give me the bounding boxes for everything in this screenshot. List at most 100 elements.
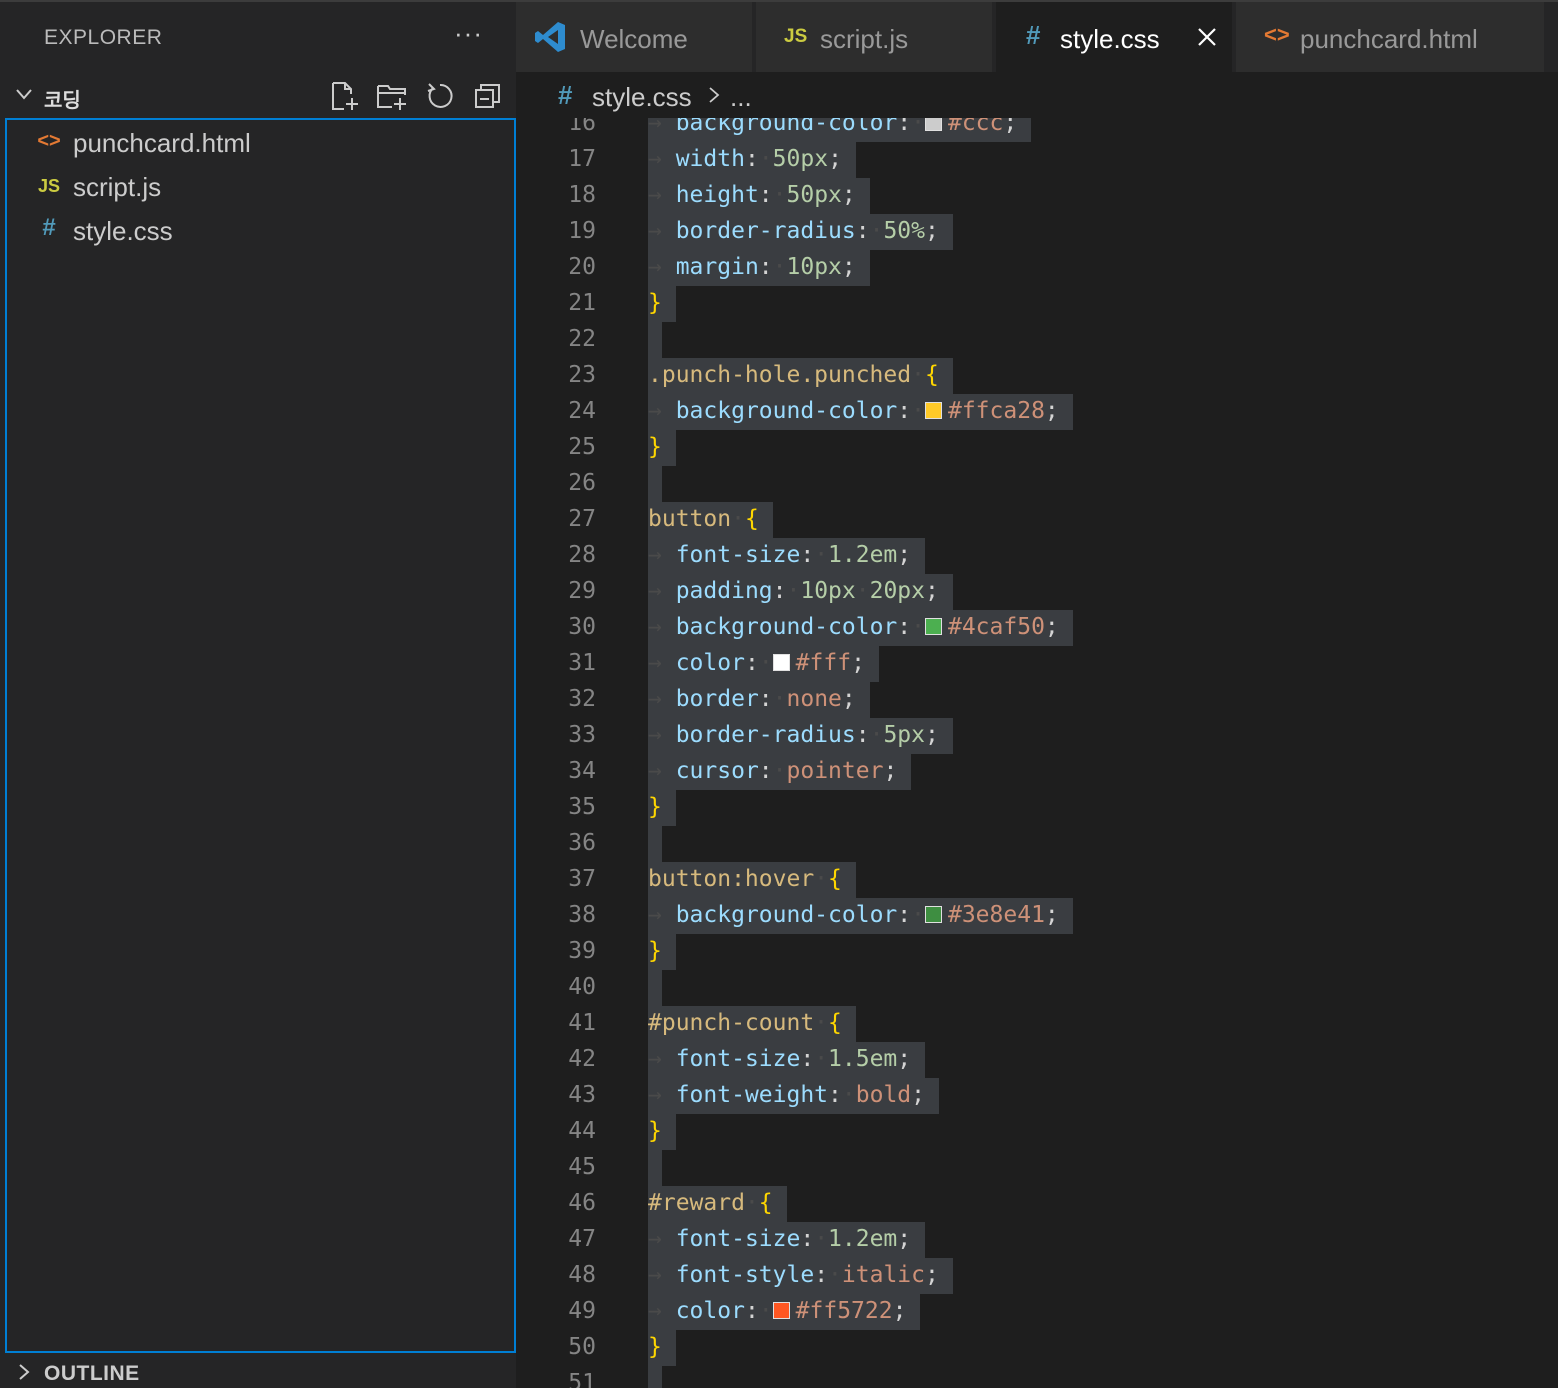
code-editor[interactable]: 16 → background-color:· #ccc; 17 → width:·50… xyxy=(516,118,1558,1388)
new-file-icon[interactable] xyxy=(328,80,360,112)
code-line[interactable]: 32 → border:·none; xyxy=(516,682,1558,718)
line-number: 40 xyxy=(568,974,596,1000)
token-punc: ; xyxy=(925,1262,939,1288)
token-punc: : xyxy=(744,146,759,172)
token-kw: #ccc xyxy=(947,118,1004,136)
chevron-down-icon[interactable] xyxy=(14,84,34,104)
code-line[interactable]: 30 → background-color:· #4caf50; xyxy=(516,610,1558,646)
file-item-punchcard[interactable]: <> punchcard.html xyxy=(7,122,514,166)
tab-script-js[interactable]: JS script.js xyxy=(756,2,994,72)
tab-punchcard-html[interactable]: <> punchcard.html xyxy=(1236,2,1546,72)
file-item-script[interactable]: JS script.js xyxy=(7,166,514,210)
breadcrumb-symbols[interactable]: ... xyxy=(730,82,752,113)
token-punc: : xyxy=(744,1298,759,1324)
code-line[interactable]: 47 → font-size:·1.2em; xyxy=(516,1222,1558,1258)
token-ws: · xyxy=(841,1082,856,1108)
token-prop: margin xyxy=(675,254,759,280)
code-line[interactable]: 36 xyxy=(516,826,1558,862)
code-line[interactable]: 26 xyxy=(516,466,1558,502)
code-line[interactable]: 18 → height:·50px; xyxy=(516,178,1558,214)
token-punc: ; xyxy=(851,650,865,676)
vscode-logo-icon xyxy=(535,22,565,52)
line-number: 16 xyxy=(568,118,596,136)
code-line[interactable]: 20 → margin:·10px; xyxy=(516,250,1558,286)
chevron-right-icon[interactable] xyxy=(14,1362,34,1382)
code-line[interactable]: 37 button:hover·{ xyxy=(516,862,1558,898)
token-ws: → xyxy=(648,1226,676,1252)
file-item-style[interactable]: # style.css xyxy=(7,210,514,254)
code-line[interactable]: 27 button·{ xyxy=(516,502,1558,538)
code-line[interactable]: 29 → padding:·10px·20px; xyxy=(516,574,1558,610)
token-num: 1.2em xyxy=(828,1226,898,1252)
code-text xyxy=(648,1150,662,1186)
new-folder-icon[interactable] xyxy=(376,80,408,112)
code-line[interactable]: 42 → font-size:·1.5em; xyxy=(516,1042,1558,1078)
color-swatch[interactable] xyxy=(772,1302,790,1319)
token-prop: border-radius xyxy=(675,218,856,244)
tab-style-css[interactable]: # style.css xyxy=(996,2,1234,72)
code-text: .punch-hole.punched·{ xyxy=(648,358,953,394)
token-punc: : xyxy=(758,254,773,280)
collapse-all-icon[interactable] xyxy=(472,80,504,112)
line-number: 32 xyxy=(568,686,596,712)
code-text: } xyxy=(648,286,676,322)
token-sel-name: button xyxy=(648,506,732,532)
code-line[interactable]: 23 .punch-hole.punched·{ xyxy=(516,358,1558,394)
code-line[interactable]: 46 #reward·{ xyxy=(516,1186,1558,1222)
folder-header[interactable]: 코딩 xyxy=(0,76,516,116)
code-text: } xyxy=(648,790,676,826)
code-line[interactable]: 34 → cursor:·pointer; xyxy=(516,754,1558,790)
code-line[interactable]: 43 → font-weight:·bold; xyxy=(516,1078,1558,1114)
html-file-icon: <> xyxy=(37,130,61,152)
breadcrumb-file[interactable]: style.css xyxy=(592,82,692,113)
refresh-icon[interactable] xyxy=(424,80,456,112)
code-line[interactable]: 41 #punch-count·{ xyxy=(516,1006,1558,1042)
token-punc: : xyxy=(828,1082,842,1108)
breadcrumb: # style.css ... xyxy=(516,72,1558,118)
code-line[interactable]: 48 → font-style:·italic; xyxy=(516,1258,1558,1294)
color-swatch[interactable] xyxy=(772,654,790,671)
close-icon[interactable] xyxy=(1196,26,1218,48)
code-line[interactable]: 19 → border-radius:·50%; xyxy=(516,214,1558,250)
code-line[interactable]: 31 → color:· #fff; xyxy=(516,646,1558,682)
token-prop: font-size xyxy=(675,1046,801,1072)
token-prop: cursor xyxy=(675,758,759,784)
code-line[interactable]: 35} xyxy=(516,790,1558,826)
line-number: 48 xyxy=(568,1262,596,1288)
token-prop: font-weight xyxy=(675,1082,829,1108)
code-text: → color:· #fff; xyxy=(648,646,879,682)
code-line[interactable]: 51 xyxy=(516,1366,1558,1388)
more-actions-icon[interactable]: ··· xyxy=(454,18,483,49)
code-line[interactable]: 25} xyxy=(516,430,1558,466)
code-line[interactable]: 45 xyxy=(516,1150,1558,1186)
tab-welcome[interactable]: Welcome xyxy=(516,2,754,72)
code-line[interactable]: 22 xyxy=(516,322,1558,358)
code-line[interactable]: 44} xyxy=(516,1114,1558,1150)
code-line[interactable]: 49 → color:· #ff5722; xyxy=(516,1294,1558,1330)
code-line[interactable]: 39} xyxy=(516,934,1558,970)
code-line[interactable]: 38 → background-color:· #3e8e41; xyxy=(516,898,1558,934)
code-text: button·{ xyxy=(648,502,773,538)
file-name: punchcard.html xyxy=(73,128,251,158)
token-ws: → xyxy=(648,722,676,748)
outline-section[interactable]: OUTLINE xyxy=(0,1354,516,1388)
token-num: 50px xyxy=(772,146,829,172)
code-line[interactable]: 33 → border-radius:·5px; xyxy=(516,718,1558,754)
color-swatch[interactable] xyxy=(924,402,942,419)
color-swatch[interactable] xyxy=(924,906,942,923)
token-brace: } xyxy=(648,1334,662,1360)
code-text: → font-size:·1.5em; xyxy=(648,1042,926,1078)
code-line[interactable]: 50} xyxy=(516,1330,1558,1366)
token-num: 50px xyxy=(786,182,842,208)
color-swatch[interactable] xyxy=(924,118,942,131)
code-line[interactable]: 40 xyxy=(516,970,1558,1006)
token-punc: ; xyxy=(924,218,939,244)
color-swatch[interactable] xyxy=(924,618,942,635)
code-line[interactable]: 17 → width:·50px; xyxy=(516,142,1558,178)
code-line[interactable]: 28 → font-size:·1.2em; xyxy=(516,538,1558,574)
code-line[interactable]: 24 → background-color:· #ffca28; xyxy=(516,394,1558,430)
token-punc: ; xyxy=(841,182,856,208)
token-kw: pointer xyxy=(786,758,884,784)
code-line[interactable]: 21} xyxy=(516,286,1558,322)
code-line[interactable]: 16 → background-color:· #ccc; xyxy=(516,118,1558,142)
